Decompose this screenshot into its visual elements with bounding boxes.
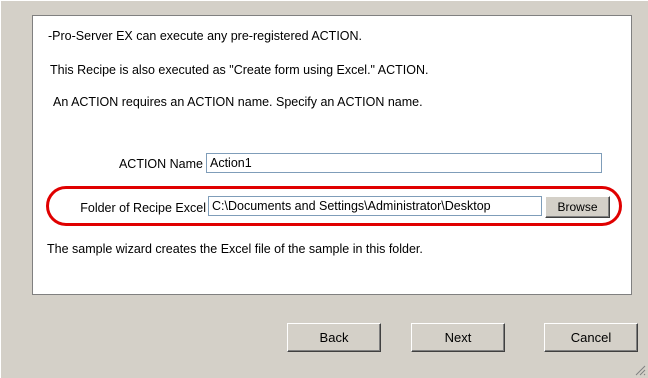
action-name-input[interactable]: [206, 153, 602, 173]
intro-line-1: -Pro-Server EX can execute any pre-regis…: [48, 29, 363, 43]
folder-note: The sample wizard creates the Excel file…: [47, 242, 423, 256]
cancel-button[interactable]: Cancel: [544, 323, 638, 352]
intro-line-2: This Recipe is also executed as "Create …: [50, 63, 429, 77]
next-button[interactable]: Next: [411, 323, 505, 352]
recipe-folder-input[interactable]: [208, 196, 542, 216]
action-name-label: ACTION Name: [118, 157, 203, 171]
resize-grip-icon[interactable]: [634, 364, 646, 376]
browse-button[interactable]: Browse: [545, 196, 610, 218]
recipe-folder-label: Folder of Recipe Excel: [80, 201, 206, 215]
wizard-window: -Pro-Server EX can execute any pre-regis…: [0, 0, 648, 378]
intro-line-3: An ACTION requires an ACTION name. Speci…: [53, 95, 423, 109]
wizard-content-panel: -Pro-Server EX can execute any pre-regis…: [32, 15, 632, 295]
back-button[interactable]: Back: [287, 323, 381, 352]
